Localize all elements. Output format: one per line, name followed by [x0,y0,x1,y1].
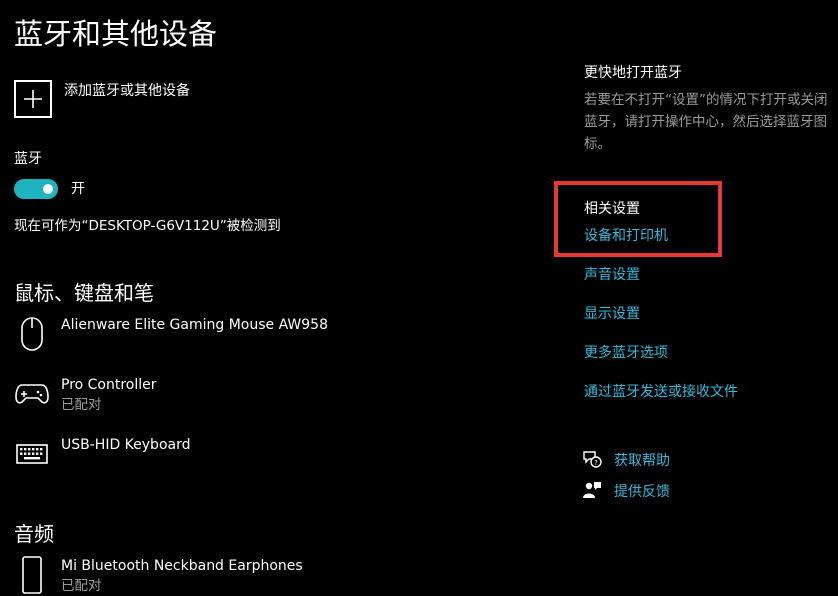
feedback-person-icon [582,480,602,504]
feedback-row[interactable]: 提供反馈 [582,480,670,504]
section-heading-mouse-keyboard-pen: 鼠标、键盘和笔 [14,281,154,305]
related-settings-heading: 相关设置 [584,201,640,217]
help-chat-icon: ? [582,449,602,473]
bluetooth-toggle-state: 开 [71,181,85,197]
link-display-settings[interactable]: 显示设置 [584,305,640,323]
quick-open-heading: 更快地打开蓝牙 [584,65,682,81]
link-send-receive-files[interactable]: 通过蓝牙发送或接收文件 [584,383,738,401]
bluetooth-toggle-row: 开 [14,179,85,199]
discoverable-status: 现在可作为“DESKTOP-G6V112U”被检测到 [14,218,281,234]
get-help-row[interactable]: ? 获取帮助 [582,449,670,473]
add-device-button[interactable]: 添加蓝牙或其他设备 [14,80,190,118]
highlight-box [554,181,722,257]
device-item-mouse[interactable]: Alienware Elite Gaming Mouse AW958 [14,316,328,352]
link-devices-and-printers[interactable]: 设备和打印机 [584,227,668,245]
svg-text:?: ? [594,459,598,467]
bluetooth-toggle[interactable] [14,179,58,199]
section-heading-audio: 音频 [14,522,54,546]
device-status: 已配对 [61,578,102,594]
device-status: 已配对 [61,397,102,413]
toggle-knob [43,184,53,194]
page-title: 蓝牙和其他设备 [14,17,218,51]
bluetooth-label: 蓝牙 [14,151,42,167]
phone-device-icon [14,556,50,594]
link-more-bluetooth-options[interactable]: 更多蓝牙选项 [584,344,668,362]
device-name: USB-HID Keyboard [61,437,191,453]
quick-open-description: 若要在不打开“设置”的情况下打开或关闭蓝牙，请打开操作中心，然后选择蓝牙图标。 [584,92,828,152]
link-sound-settings[interactable]: 声音设置 [584,266,640,284]
device-item-earphones[interactable]: Mi Bluetooth Neckband Earphones 已配对 [14,556,303,596]
link-get-help[interactable]: 获取帮助 [614,452,670,470]
keyboard-icon [14,436,50,472]
device-name: Mi Bluetooth Neckband Earphones [61,558,303,574]
plus-icon [14,80,52,118]
link-give-feedback[interactable]: 提供反馈 [614,483,670,501]
device-name: Alienware Elite Gaming Mouse AW958 [61,317,328,333]
device-name: Pro Controller [61,377,157,393]
device-item-pro-controller[interactable]: Pro Controller 已配对 [14,376,157,415]
mouse-icon [14,316,50,352]
device-item-keyboard[interactable]: USB-HID Keyboard [14,436,191,472]
gamepad-icon [14,376,50,412]
add-device-label: 添加蓝牙或其他设备 [64,83,190,99]
